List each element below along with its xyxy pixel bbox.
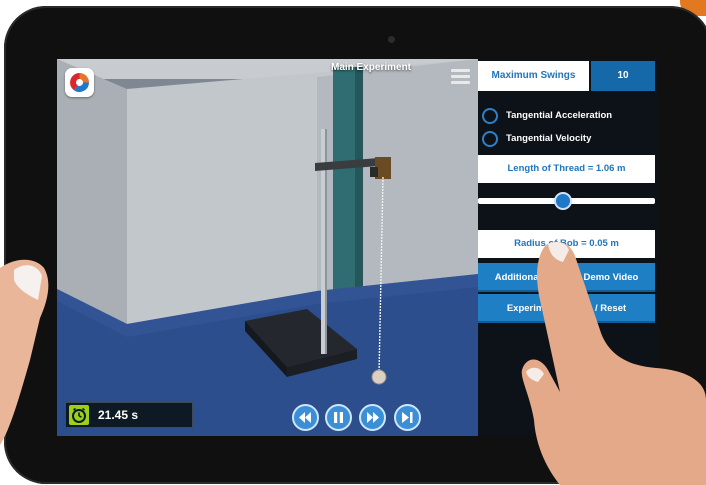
radio-button[interactable]: [482, 108, 498, 124]
slider-thumb[interactable]: [553, 192, 572, 210]
bob-radius-display: Radius of Bob = 0.05 m: [478, 230, 655, 258]
max-swings-label[interactable]: Maximum Swings: [478, 61, 589, 91]
timer-display: 21.45 s: [65, 402, 193, 428]
brand-logo[interactable]: [65, 68, 94, 97]
experiment-details-reset-button[interactable]: Experiment Details / Reset: [478, 294, 655, 323]
tangential-acceleration-option[interactable]: Tangential Acceleration: [482, 107, 652, 127]
lab-room-illustration: [57, 59, 478, 436]
step-forward-button[interactable]: [394, 404, 421, 431]
front-camera: [388, 36, 395, 43]
timer-value: 21.45 s: [98, 408, 139, 422]
fast-forward-icon: [367, 412, 379, 423]
experiment-scene: Main Experiment 21.45 s: [57, 59, 478, 436]
thread-length-display: Length of Thread = 1.06 m: [478, 155, 655, 183]
pause-icon: [334, 412, 343, 423]
max-swings-value[interactable]: 10: [591, 61, 655, 91]
tangential-velocity-option[interactable]: Tangential Velocity: [482, 130, 652, 150]
scene-title: Main Experiment: [330, 62, 412, 73]
option-label: Tangential Acceleration: [506, 110, 613, 121]
option-label: Tangential Velocity: [506, 133, 592, 144]
step-forward-icon: [402, 412, 413, 423]
alarm-clock-icon: [69, 405, 89, 425]
app-screen: Main Experiment 21.45 s Maximum Swings 1…: [57, 59, 658, 436]
hamburger-icon[interactable]: [451, 69, 470, 85]
logo-icon: [70, 73, 89, 92]
fast-forward-button[interactable]: [359, 404, 386, 431]
rewind-button[interactable]: [292, 404, 319, 431]
radio-button[interactable]: [482, 131, 498, 147]
pause-button[interactable]: [325, 404, 352, 431]
thread-length-slider[interactable]: [478, 192, 655, 210]
rewind-icon: [299, 412, 311, 423]
demo-video-button[interactable]: Additional Activity: Demo Video: [478, 263, 655, 292]
control-panel: Maximum Swings 10 Tangential Acceleratio…: [478, 59, 658, 436]
